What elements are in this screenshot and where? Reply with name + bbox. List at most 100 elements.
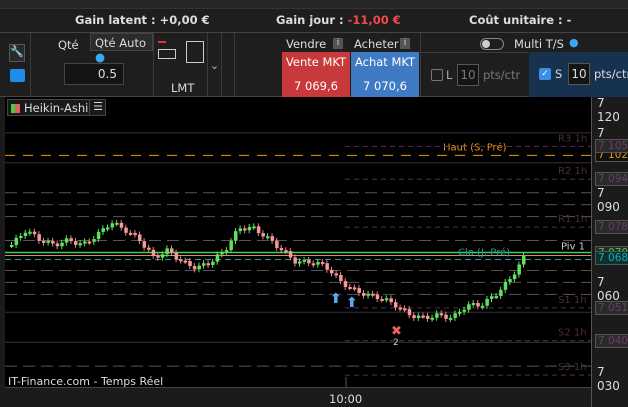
candle <box>293 257 297 264</box>
candle <box>46 240 51 243</box>
sell-market-button[interactable]: Vente MKT 7 069,6 <box>282 52 350 97</box>
stop-points-input[interactable]: 10 <box>568 63 590 85</box>
info-icon[interactable]: i <box>400 38 410 49</box>
buy-market-button[interactable]: Achat MKT 7 070,6 <box>351 52 419 97</box>
candle <box>288 251 293 258</box>
level-label: Clo (J, Pré) <box>458 246 510 258</box>
candle <box>147 247 151 250</box>
candle <box>55 243 60 247</box>
list-icon[interactable]: ☰ <box>89 100 106 115</box>
candle <box>357 288 361 293</box>
candle <box>384 298 389 301</box>
multi-ts-label: Multi T/S <box>514 37 564 51</box>
candle <box>467 304 471 310</box>
cout-unitaire-value: - <box>566 13 572 27</box>
candle <box>119 222 124 228</box>
candle <box>69 238 73 242</box>
price-chart[interactable]: Haut (S, Pré) R3 1h R2 1h R1 1h Piv 1 Clo (J,… <box>5 97 591 387</box>
gain-latent-value: +0,00 € <box>159 13 210 27</box>
candle <box>389 298 393 303</box>
level-label: S2 1h <box>558 328 587 339</box>
candle <box>224 250 229 253</box>
keyboard-icon[interactable] <box>10 69 25 82</box>
time-axis: 10:00 <box>5 387 591 407</box>
price-level-box: 7 094, <box>595 172 628 187</box>
candle <box>512 274 517 280</box>
price-axis[interactable]: 7 1207 1107 0907 0607 0307 1027 105,7 09… <box>591 96 628 407</box>
candle <box>128 232 133 235</box>
stop-order-icon[interactable] <box>186 41 204 63</box>
candle <box>115 222 119 225</box>
limit-order-icon[interactable] <box>158 41 176 63</box>
qty-auto-button[interactable]: Qté Auto ● <box>90 33 153 64</box>
candle <box>302 259 307 262</box>
candle <box>229 240 233 251</box>
candle <box>23 232 28 237</box>
candle <box>160 254 165 258</box>
gain-latent: Gain latent : +0,00 € <box>75 13 210 27</box>
candle <box>412 315 416 319</box>
candle <box>243 228 247 231</box>
candle <box>517 264 521 275</box>
level-label: S1 1h <box>558 295 587 306</box>
info-bubble-icon: ● <box>95 50 106 64</box>
candle <box>179 259 183 262</box>
info-bubble-icon: ● <box>569 36 579 49</box>
candle <box>51 240 55 244</box>
candle <box>522 255 526 265</box>
candle <box>215 254 220 262</box>
multi-ts-toggle[interactable] <box>480 38 504 50</box>
price-tick: 7 120 <box>597 96 620 124</box>
candle <box>28 231 32 234</box>
qty-value: 0.5 <box>97 67 117 81</box>
candle <box>87 241 92 244</box>
candle <box>348 286 352 289</box>
sell-button-label: Vente MKT <box>285 55 347 69</box>
stop-label: S <box>555 67 563 81</box>
candle <box>316 261 320 265</box>
wrench-icon[interactable]: 🔧 <box>9 44 25 62</box>
gain-jour: Gain jour : -11,00 € <box>276 13 401 27</box>
time-label: 10:00 <box>329 392 363 406</box>
order-panel: 🔧 Qté Qté Auto ● 0.5 LMT ⌄ Vendre i Ache… <box>0 33 628 97</box>
candle <box>37 234 41 241</box>
candle <box>476 303 480 307</box>
candle <box>453 313 457 318</box>
candle <box>279 248 284 251</box>
limit-points-input[interactable]: 10 <box>457 64 479 86</box>
stop-checkbox[interactable]: ✓ <box>539 68 551 80</box>
price-level-box: 7 051, <box>595 300 628 315</box>
candle <box>352 287 357 290</box>
candle <box>458 311 462 314</box>
qty-auto-label: Qté Auto <box>95 36 146 50</box>
level-label: S3 1h <box>558 362 587 373</box>
candle <box>270 236 275 241</box>
chevron-down-icon[interactable]: ⌄ <box>208 59 221 72</box>
limit-value: 10 <box>460 68 476 82</box>
sell-price: 7 069,6 <box>294 79 338 93</box>
candle <box>170 248 174 253</box>
candle <box>101 228 105 232</box>
candle <box>42 240 46 243</box>
candle <box>462 309 467 312</box>
candle <box>256 226 261 234</box>
candle <box>298 261 302 264</box>
candle <box>234 231 238 241</box>
candle <box>142 241 147 248</box>
stop-value: 10 <box>571 67 587 81</box>
candle <box>124 227 128 233</box>
chart-type-tab[interactable]: Heikin-Ashi ☰ <box>7 99 106 116</box>
cout-unitaire: Coût unitaire : - <box>469 13 571 27</box>
qty-input[interactable]: 0.5 <box>64 63 124 85</box>
candle <box>74 241 78 245</box>
candle <box>375 294 380 299</box>
price-level-box: 7 068 <box>595 251 628 266</box>
price-tick: 7 060 <box>597 275 620 304</box>
candle <box>110 223 115 228</box>
candle <box>403 308 407 311</box>
info-icon[interactable]: i <box>333 38 343 49</box>
candle <box>252 226 256 229</box>
limit-checkbox[interactable] <box>431 69 443 81</box>
candle <box>330 269 334 274</box>
candle <box>320 261 325 264</box>
